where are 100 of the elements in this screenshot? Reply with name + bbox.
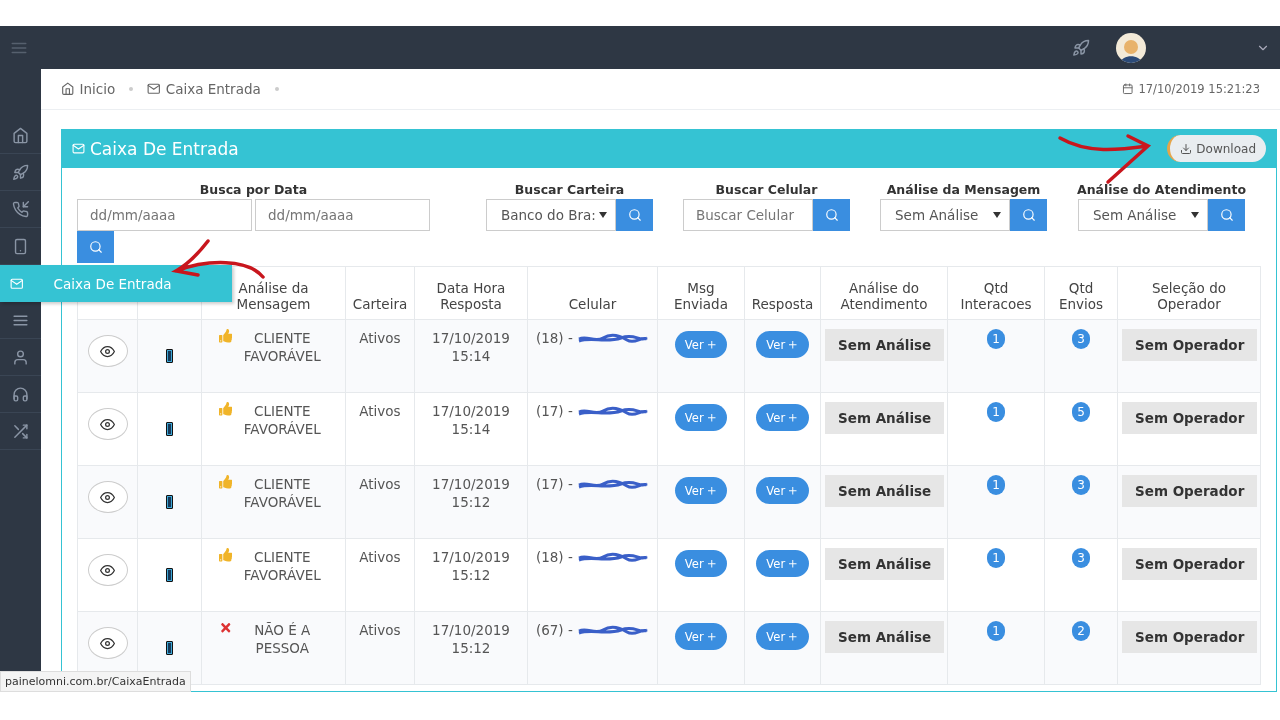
count-badge: 2 <box>1072 621 1090 641</box>
search-button[interactable] <box>1010 199 1047 231</box>
search-field[interactable]: Buscar Celular <box>683 199 813 231</box>
search-button[interactable] <box>77 231 114 263</box>
search-icon <box>1219 208 1234 222</box>
table-cell: 17/10/2019 15:12 <box>432 548 510 584</box>
area-code: (67) - <box>535 621 573 639</box>
plus-icon <box>787 484 799 497</box>
filter-label: Análise do Atendimento <box>1077 182 1246 197</box>
smartphone-icon <box>166 349 173 363</box>
count-badge: 1 <box>987 329 1005 349</box>
operator-button[interactable]: Sem Operador <box>1122 329 1258 361</box>
column-header: Celular <box>527 266 658 320</box>
cross-icon <box>218 621 233 635</box>
view-button[interactable] <box>87 627 128 659</box>
view-button[interactable] <box>87 554 128 586</box>
area-code: (17) - <box>535 475 573 493</box>
select-field[interactable]: Sem Análise <box>880 199 1010 231</box>
view-button[interactable] <box>87 335 128 367</box>
view-more-button[interactable]: Ver <box>674 623 728 650</box>
table-cell: Ativos <box>359 402 401 420</box>
table-cell: 17/10/2019 15:14 <box>432 402 510 438</box>
plus-icon <box>705 411 718 424</box>
operator-button[interactable]: Sem Operador <box>1122 475 1258 507</box>
breadcrumb-label[interactable]: Inicio <box>79 81 116 97</box>
count-badge: 3 <box>1072 548 1090 568</box>
view-button[interactable] <box>87 481 128 513</box>
view-more-button[interactable]: Ver <box>674 331 728 358</box>
view-button[interactable] <box>87 408 128 440</box>
table-cell: Ativos <box>359 621 401 639</box>
plus-icon <box>705 557 718 570</box>
column-header: Data Hora Resposta <box>414 266 528 320</box>
thumbs-up-icon <box>218 402 233 416</box>
view-more-button[interactable]: Ver <box>756 550 809 577</box>
view-more-button[interactable]: Ver <box>674 550 728 577</box>
search-button[interactable] <box>813 199 850 231</box>
eye-icon <box>100 489 115 505</box>
search-icon <box>1021 208 1036 222</box>
rocket-icon[interactable] <box>12 163 29 181</box>
view-more-button[interactable]: Ver <box>756 331 809 358</box>
table-cell: 17/10/2019 15:12 <box>432 475 510 511</box>
date-field[interactable]: dd/mm/aaaa <box>77 199 252 231</box>
phone-icon[interactable] <box>12 200 29 218</box>
avatar[interactable] <box>1116 32 1146 63</box>
plus-icon <box>787 338 799 351</box>
view-more-button[interactable]: Ver <box>756 477 809 504</box>
caret-icon <box>993 212 1001 218</box>
operator-button[interactable]: Sem Operador <box>1122 402 1258 434</box>
mail-icon <box>147 82 161 96</box>
thumbs-up-icon <box>218 475 233 489</box>
analysis-button[interactable]: Sem Análise <box>825 475 945 507</box>
plus-icon <box>787 411 799 424</box>
headset-icon[interactable] <box>12 385 29 403</box>
analysis-button[interactable]: Sem Análise <box>825 548 945 580</box>
home-icon[interactable] <box>12 126 29 144</box>
select-field[interactable]: Sem Análise <box>1078 199 1208 231</box>
shuffle-icon[interactable] <box>12 422 29 440</box>
smartphone-icon <box>166 422 173 436</box>
panel-title: Caixa De Entrada <box>90 138 239 159</box>
view-more-button[interactable]: Ver <box>674 477 728 504</box>
search-icon <box>824 208 839 222</box>
plus-icon <box>787 630 799 643</box>
count-badge: 3 <box>1072 329 1090 349</box>
view-more-button[interactable]: Ver <box>756 404 809 431</box>
plus-icon <box>705 338 718 351</box>
count-badge: 3 <box>1072 475 1090 495</box>
mobile-icon[interactable] <box>12 237 29 255</box>
user-icon[interactable] <box>12 348 29 366</box>
eye-icon <box>100 562 115 578</box>
date-field[interactable]: dd/mm/aaaa <box>255 199 430 231</box>
column-header: Carteira <box>345 266 415 320</box>
caret-icon <box>1191 212 1199 218</box>
breadcrumb-label[interactable]: Caixa Entrada <box>165 81 261 97</box>
plus-icon <box>705 630 718 643</box>
select-field[interactable]: Banco do Bra: <box>486 199 616 231</box>
operator-button[interactable]: Sem Operador <box>1122 548 1258 580</box>
message-analysis: CLIENTE FAVORÁVEL <box>242 329 322 365</box>
analysis-button[interactable]: Sem Análise <box>825 329 945 361</box>
search-button[interactable] <box>616 199 653 231</box>
count-badge: 1 <box>987 621 1005 641</box>
home-icon <box>61 82 75 96</box>
caret-icon <box>599 212 607 218</box>
smartphone-icon <box>166 568 173 582</box>
clock: 17/10/2019 15:21:23 <box>1138 82 1260 96</box>
smartphone-icon <box>166 495 173 509</box>
analysis-button[interactable]: Sem Análise <box>825 402 945 434</box>
column-header: Seleção do Operador <box>1117 266 1261 320</box>
view-more-button[interactable]: Ver <box>674 404 728 431</box>
filter-label: Buscar Carteira <box>514 182 625 197</box>
rocket-icon[interactable] <box>1072 38 1090 57</box>
count-badge: 1 <box>987 402 1005 422</box>
view-more-button[interactable]: Ver <box>756 623 809 650</box>
search-button[interactable] <box>1208 199 1245 231</box>
download-button[interactable]: Download <box>1167 135 1266 162</box>
analysis-button[interactable]: Sem Análise <box>825 621 945 653</box>
thumbs-up-icon <box>218 548 233 562</box>
operator-button[interactable]: Sem Operador <box>1122 621 1258 653</box>
area-code: (17) - <box>535 402 573 420</box>
plus-icon <box>705 484 718 497</box>
plus-icon <box>787 557 799 570</box>
